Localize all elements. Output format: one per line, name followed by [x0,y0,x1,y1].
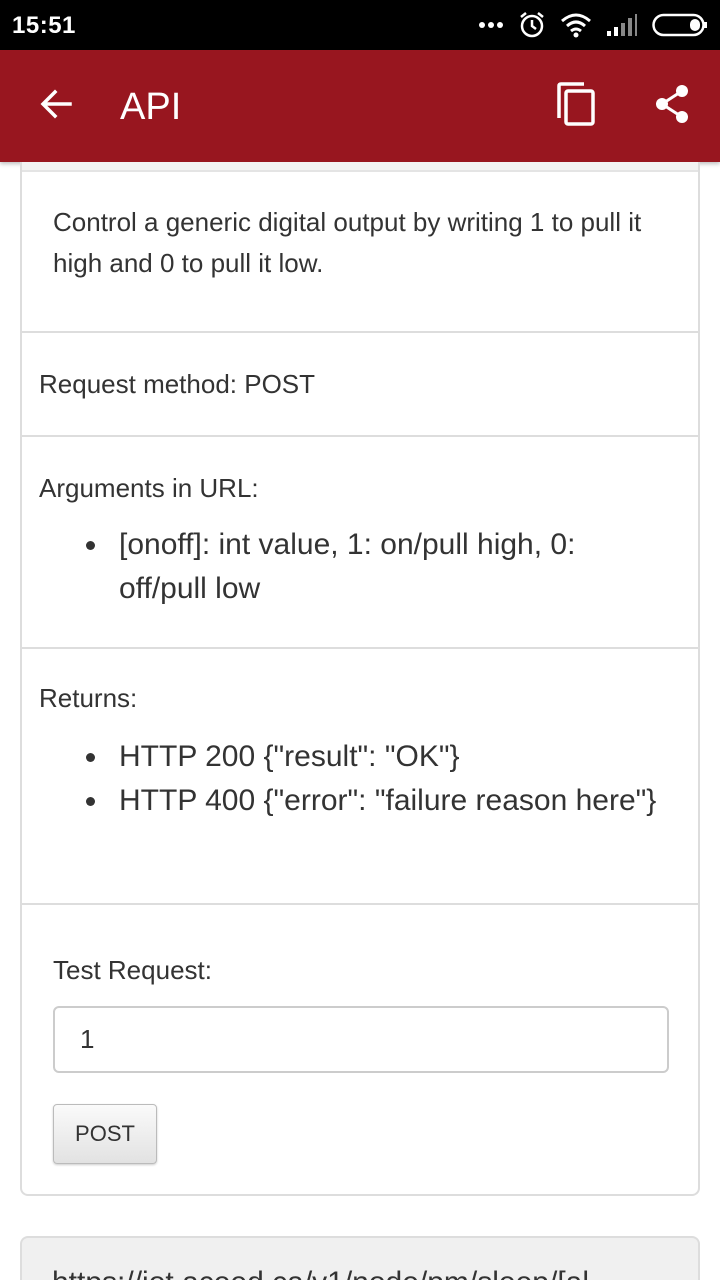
url-preview-text: https://iot.aceed.ca/v1/node/pm/sleep/[a… [52,1266,589,1280]
description-section: Control a generic digital output by writ… [22,172,698,333]
request-method-text: Request method: POST [39,369,316,399]
api-detail-card: Control a generic digital output by writ… [20,162,700,1196]
list-item: HTTP 200 {"result": "OK"} [86,735,659,779]
test-request-section: Test Request: POST [22,905,698,1196]
arguments-list: [onoff]: int value, 1: on/pull high, 0: … [86,523,659,611]
return-text: HTTP 200 {"result": "OK"} [119,740,460,773]
status-time: 15:51 [12,12,76,39]
argument-text: [onoff]: int value, 1: on/pull high, 0: … [119,528,576,605]
bullet-icon [86,541,95,550]
arguments-label: Arguments in URL: [39,473,259,503]
status-bar: 15:51 [0,0,720,50]
returns-list: HTTP 200 {"result": "OK"} HTTP 400 {"err… [86,735,659,823]
app-bar: API [0,50,720,162]
post-button[interactable]: POST [53,1104,157,1164]
copy-button[interactable] [548,78,604,134]
signal-icon [606,13,638,37]
returns-label: Returns: [39,683,138,713]
bullet-icon [86,753,95,762]
share-icon [654,84,690,129]
list-item: [onoff]: int value, 1: on/pull high, 0: … [86,523,659,611]
wifi-icon [560,12,592,38]
more-dots-icon [478,20,504,30]
description-text: Control a generic digital output by writ… [53,207,642,278]
returns-section: Returns: HTTP 200 {"result": "OK"} HTTP … [22,649,698,905]
page-title: API [120,86,182,128]
back-arrow-icon [38,86,74,127]
list-item: HTTP 400 {"error": "failure reason here"… [86,779,659,823]
status-icons [478,10,708,40]
return-text: HTTP 400 {"error": "failure reason here"… [119,784,657,817]
url-preview-box: https://iot.aceed.ca/v1/node/pm/sleep/[a… [20,1236,700,1280]
test-request-input[interactable] [53,1006,669,1073]
copy-icon [556,81,596,131]
battery-icon [652,13,708,37]
share-button[interactable] [644,78,700,134]
back-button[interactable] [28,78,84,134]
arguments-section: Arguments in URL: [onoff]: int value, 1:… [22,437,698,649]
bullet-icon [86,797,95,806]
card-top-divider [22,162,698,172]
test-request-label: Test Request: [53,955,212,985]
alarm-icon [518,11,546,39]
request-method-section: Request method: POST [22,333,698,437]
